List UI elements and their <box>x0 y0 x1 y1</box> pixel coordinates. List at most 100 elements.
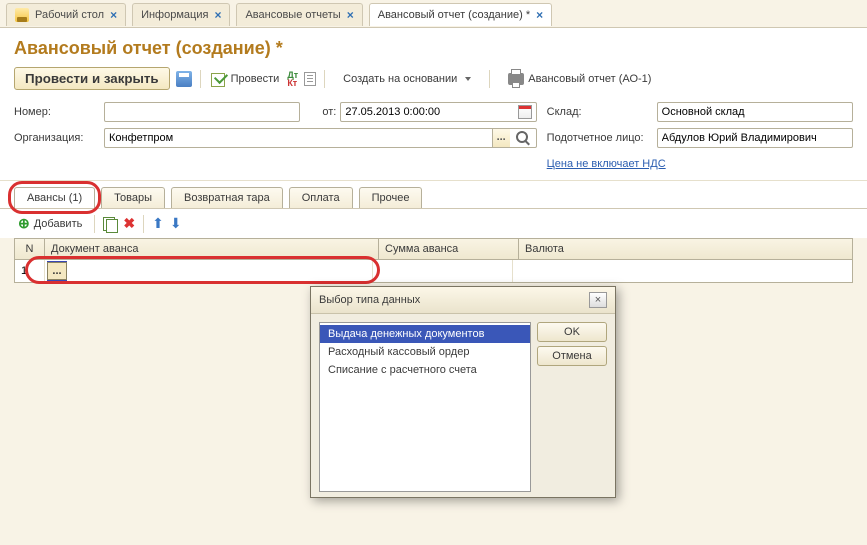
number-label: Номер: <box>14 106 104 118</box>
close-icon[interactable]: × <box>589 292 607 308</box>
tab-desktop[interactable]: Рабочий стол × <box>6 3 126 26</box>
tab-label: Авансовый отчет (создание) * <box>378 9 530 21</box>
date-input[interactable]: 27.05.2013 0:00:00 <box>340 102 536 122</box>
col-doc-header[interactable]: Документ аванса <box>45 239 379 259</box>
dialog-title: Выбор типа данных <box>319 294 420 306</box>
copy-row-icon[interactable] <box>103 217 117 231</box>
input-value: Конфетпром <box>109 132 492 144</box>
warehouse-input[interactable]: Основной склад <box>657 102 853 122</box>
calendar-icon[interactable] <box>518 105 532 119</box>
cancel-button[interactable]: Отмена <box>537 346 607 366</box>
highlight-ring <box>25 256 380 284</box>
post-close-button[interactable]: Провести и закрыть <box>14 67 170 90</box>
save-icon[interactable] <box>176 71 192 87</box>
dt-kt-icon[interactable]: ДтКт <box>287 71 298 87</box>
tab-label: Рабочий стол <box>35 9 104 21</box>
move-up-icon[interactable]: ⬆ <box>152 215 164 232</box>
grid-header: N Документ аванса Сумма аванса Валюта <box>14 238 853 260</box>
button-label: Провести <box>231 73 280 85</box>
list-item[interactable]: Списание с расчетного счета <box>320 361 530 379</box>
button-label: Авансовый отчет (АО-1) <box>528 73 651 85</box>
template-icon[interactable] <box>304 72 316 86</box>
separator <box>324 70 325 88</box>
page-title: Авансовый отчет (создание) * <box>14 38 853 59</box>
separator <box>489 70 490 88</box>
price-nds-link[interactable]: Цена не включает НДС <box>547 158 666 170</box>
col-n-header[interactable]: N <box>15 239 45 259</box>
col-sum-header[interactable]: Сумма аванса <box>379 239 519 259</box>
tab-label: Авансовые отчеты <box>245 9 340 21</box>
tab-reports[interactable]: Авансовые отчеты × <box>236 3 362 26</box>
doc-value-editor[interactable]: ... <box>47 261 67 281</box>
grid-body: 1 ... <box>14 260 853 283</box>
add-row-button[interactable]: ⊕ Добавить <box>14 213 86 234</box>
table-row[interactable]: 1 ... <box>15 260 852 282</box>
row-number: 1 <box>15 260 45 282</box>
ok-button[interactable]: OK <box>537 322 607 342</box>
separator <box>143 215 144 233</box>
post-icon <box>211 71 227 87</box>
tab-label: Информация <box>141 9 208 21</box>
dialog-titlebar[interactable]: Выбор типа данных × <box>311 287 615 314</box>
tab-label: Прочее <box>372 192 410 204</box>
input-value: Основной склад <box>662 106 848 118</box>
delete-row-icon[interactable]: ✖ <box>123 215 135 232</box>
type-selection-dialog: Выбор типа данных × Выдача денежных доку… <box>310 286 616 498</box>
table-toolbar: ⊕ Добавить ✖ ⬆ ⬇ <box>0 208 867 238</box>
button-label: Создать на основании <box>343 73 457 85</box>
person-input[interactable]: Абдулов Юрий Владимирович <box>657 128 853 148</box>
close-icon[interactable]: × <box>110 8 117 22</box>
close-icon[interactable]: × <box>214 8 221 22</box>
button-label: Добавить <box>34 218 83 230</box>
dialog-body: Выдача денежных документов Расходный кас… <box>311 314 615 500</box>
tab-label: Авансы (1) <box>27 192 82 204</box>
list-item[interactable]: Выдача денежных документов <box>320 325 530 343</box>
org-label: Организация: <box>14 132 104 144</box>
doc-cell[interactable]: ... <box>45 260 373 282</box>
move-down-icon[interactable]: ⬇ <box>170 215 182 232</box>
separator <box>200 70 201 88</box>
button-label: Провести и закрыть <box>25 71 159 86</box>
tab-other[interactable]: Прочее <box>359 187 423 208</box>
date-label: от: <box>300 106 340 118</box>
magnify-icon[interactable] <box>516 131 528 143</box>
tab-tara[interactable]: Возвратная тара <box>171 187 283 208</box>
print-ao-button[interactable]: Авансовый отчет (АО-1) <box>498 70 661 88</box>
warehouse-label: Склад: <box>537 106 657 118</box>
input-value: 27.05.2013 0:00:00 <box>345 106 517 118</box>
close-icon[interactable]: × <box>536 8 543 22</box>
col-val-header[interactable]: Валюта <box>519 239 852 259</box>
fields-grid: Номер: от: 27.05.2013 0:00:00 Склад: Осн… <box>14 102 853 170</box>
top-tab-bar: Рабочий стол × Информация × Авансовые от… <box>0 0 867 28</box>
org-input[interactable]: Конфетпром ... <box>104 128 537 148</box>
desktop-icon <box>15 8 29 22</box>
val-cell[interactable] <box>513 260 852 282</box>
tab-payment[interactable]: Оплата <box>289 187 353 208</box>
main-toolbar: Провести и закрыть Провести ДтКт Создать… <box>14 67 853 90</box>
tab-label: Товары <box>114 192 152 204</box>
tab-advances[interactable]: Авансы (1) <box>14 187 95 208</box>
document-panel: Авансовый отчет (создание) * Провести и … <box>0 28 867 181</box>
person-label: Подотчетное лицо: <box>537 132 657 144</box>
tab-goods[interactable]: Товары <box>101 187 165 208</box>
separator <box>94 215 95 233</box>
tab-label: Возвратная тара <box>184 192 270 204</box>
detail-tabs: Авансы (1) Товары Возвратная тара Оплата… <box>0 181 867 208</box>
create-based-on-button[interactable]: Создать на основании <box>333 70 481 88</box>
tab-active-document[interactable]: Авансовый отчет (создание) * × <box>369 3 552 26</box>
tab-info[interactable]: Информация × <box>132 3 230 26</box>
advances-grid: N Документ аванса Сумма аванса Валюта 1 … <box>14 238 853 283</box>
sum-cell[interactable] <box>373 260 513 282</box>
printer-icon <box>508 73 524 85</box>
number-input[interactable] <box>104 102 300 122</box>
select-button[interactable]: ... <box>492 129 510 147</box>
type-listbox[interactable]: Выдача денежных документов Расходный кас… <box>319 322 531 492</box>
dialog-buttons: OK Отмена <box>537 322 607 492</box>
input-value: Абдулов Юрий Владимирович <box>662 132 848 144</box>
close-icon[interactable]: × <box>347 8 354 22</box>
tab-label: Оплата <box>302 192 340 204</box>
list-item[interactable]: Расходный кассовый ордер <box>320 343 530 361</box>
plus-icon: ⊕ <box>18 215 30 232</box>
post-button[interactable]: Провести <box>209 69 282 89</box>
open-selector-button[interactable]: ... <box>47 262 67 280</box>
